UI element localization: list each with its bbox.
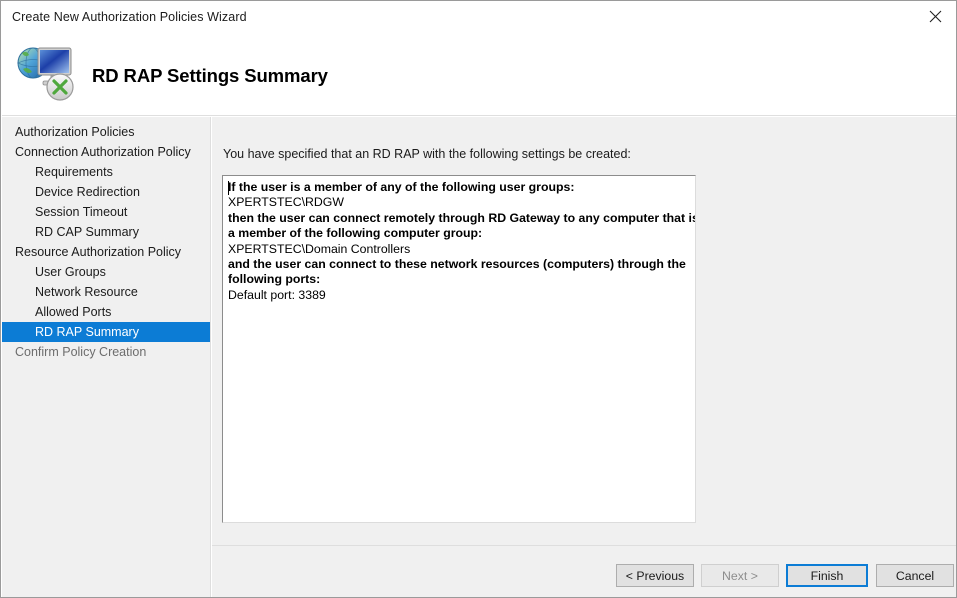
sidebar-item-connection-authorization-policy[interactable]: Connection Authorization Policy bbox=[2, 142, 210, 162]
sidebar-item-label: User Groups bbox=[35, 265, 106, 279]
sidebar-item-label: Session Timeout bbox=[35, 205, 127, 219]
sidebar-item-session-timeout[interactable]: Session Timeout bbox=[2, 202, 210, 222]
sidebar-item-allowed-ports[interactable]: Allowed Ports bbox=[2, 302, 210, 322]
next-button: Next > bbox=[701, 564, 779, 587]
sidebar-item-label: Network Resource bbox=[35, 285, 138, 299]
sidebar-item-device-redirection[interactable]: Device Redirection bbox=[2, 182, 210, 202]
summary-line: a member of the following computer group… bbox=[228, 226, 690, 241]
settings-summary-textbox[interactable]: If the user is a member of any of the fo… bbox=[222, 175, 696, 523]
sidebar-item-network-resource[interactable]: Network Resource bbox=[2, 282, 210, 302]
page-title: RD RAP Settings Summary bbox=[92, 65, 328, 87]
text-caret bbox=[228, 181, 229, 195]
summary-line: XPERTSTEC\Domain Controllers bbox=[228, 242, 690, 257]
summary-line: XPERTSTEC\RDGW bbox=[228, 195, 690, 210]
sidebar-item-label: Allowed Ports bbox=[35, 305, 111, 319]
summary-line: following ports: bbox=[228, 272, 690, 287]
sidebar-item-authorization-policies[interactable]: Authorization Policies bbox=[2, 122, 210, 142]
sidebar-item-label: RD RAP Summary bbox=[35, 325, 139, 339]
previous-button[interactable]: < Previous bbox=[616, 564, 694, 587]
wizard-step-list: Authorization Policies Connection Author… bbox=[2, 117, 211, 598]
sidebar-item-label: Connection Authorization Policy bbox=[15, 145, 191, 159]
sidebar-item-rd-cap-summary[interactable]: RD CAP Summary bbox=[2, 222, 210, 242]
summary-line: then the user can connect remotely throu… bbox=[228, 211, 690, 226]
summary-line: If the user is a member of any of the fo… bbox=[228, 180, 690, 195]
main-content: You have specified that an RD RAP with t… bbox=[212, 117, 957, 598]
sidebar-item-requirements[interactable]: Requirements bbox=[2, 162, 210, 182]
intro-text: You have specified that an RD RAP with t… bbox=[223, 147, 631, 161]
wizard-window: Create New Authorization Policies Wizard bbox=[0, 0, 957, 598]
sidebar-item-label: Requirements bbox=[35, 165, 113, 179]
sidebar-item-resource-authorization-policy[interactable]: Resource Authorization Policy bbox=[2, 242, 210, 262]
sidebar-item-user-groups[interactable]: User Groups bbox=[2, 262, 210, 282]
sidebar-item-label: Authorization Policies bbox=[15, 125, 135, 139]
summary-line: Default port: 3389 bbox=[228, 288, 690, 303]
close-icon bbox=[929, 10, 942, 23]
sidebar-item-label: Resource Authorization Policy bbox=[15, 245, 181, 259]
sidebar-item-label: Confirm Policy Creation bbox=[15, 345, 146, 359]
window-title: Create New Authorization Policies Wizard bbox=[12, 10, 247, 24]
rd-gateway-globe-monitor-icon bbox=[13, 38, 85, 108]
sidebar-item-label: Device Redirection bbox=[35, 185, 140, 199]
cancel-button[interactable]: Cancel bbox=[876, 564, 954, 587]
close-button[interactable] bbox=[913, 1, 957, 32]
title-bar: Create New Authorization Policies Wizard bbox=[1, 1, 957, 34]
finish-button[interactable]: Finish bbox=[786, 564, 868, 587]
footer-button-bar: < Previous Next > Finish Cancel bbox=[212, 546, 957, 598]
sidebar-item-rd-rap-summary[interactable]: RD RAP Summary bbox=[2, 322, 210, 342]
sidebar-item-label: RD CAP Summary bbox=[35, 225, 139, 239]
wizard-banner: RD RAP Settings Summary bbox=[2, 34, 957, 116]
sidebar-item-confirm-policy-creation[interactable]: Confirm Policy Creation bbox=[2, 342, 210, 362]
summary-line: and the user can connect to these networ… bbox=[228, 257, 690, 272]
